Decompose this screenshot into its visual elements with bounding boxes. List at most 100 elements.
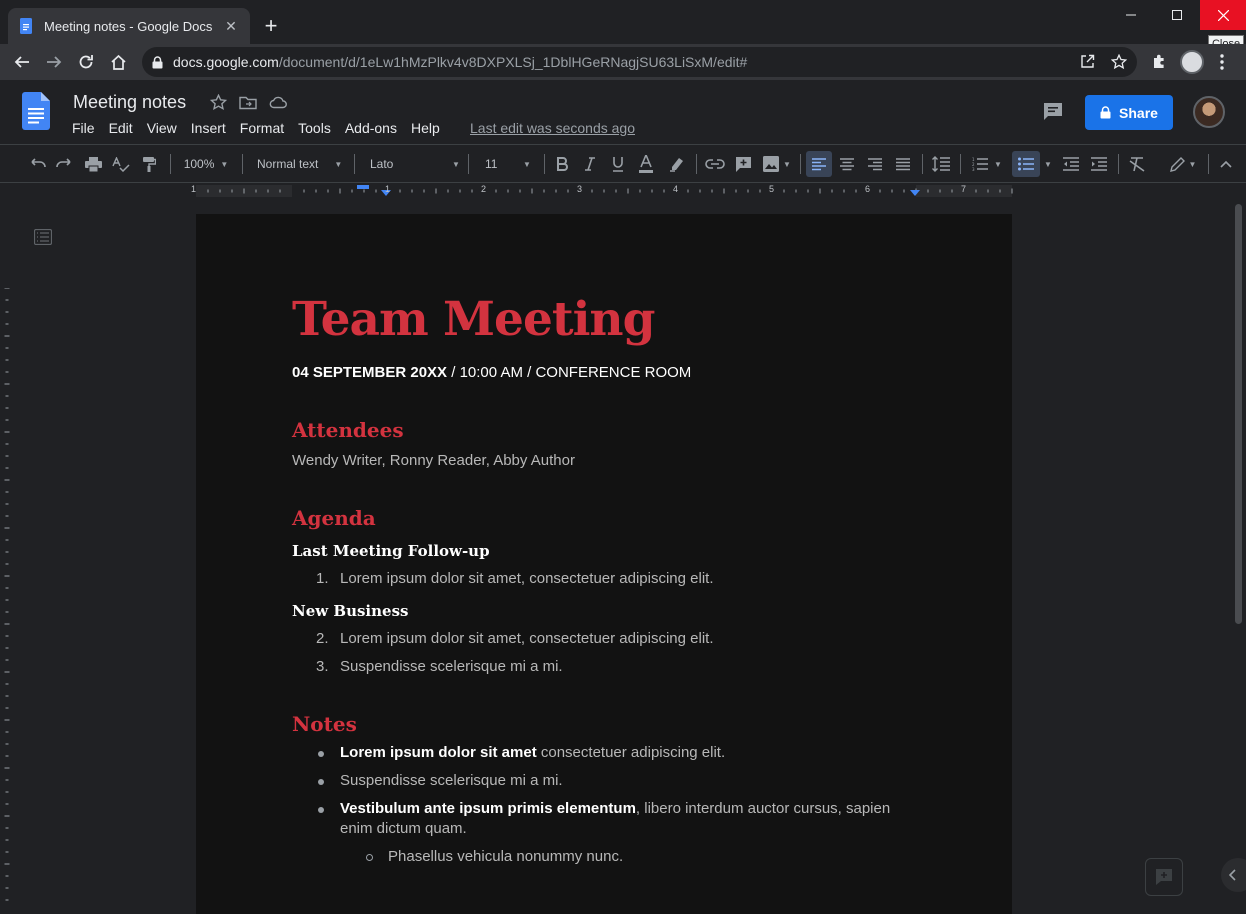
insert-link-button[interactable]: [704, 153, 726, 175]
text-color-button[interactable]: [636, 153, 656, 175]
menu-insert[interactable]: Insert: [191, 120, 226, 136]
vertical-ruler[interactable]: [0, 288, 14, 904]
increase-indent-icon: [1091, 157, 1107, 171]
more-vertical-icon[interactable]: [1220, 54, 1224, 70]
clear-formatting-button[interactable]: [1126, 153, 1148, 175]
document-title[interactable]: Meeting notes: [73, 92, 186, 113]
bullet-icon: [318, 751, 324, 757]
increase-indent-button[interactable]: [1088, 153, 1110, 175]
reload-button[interactable]: [72, 48, 100, 76]
url-text: docs.google.com/document/d/1eLw1hMzPlkv4…: [173, 54, 747, 70]
document-page[interactable]: Team Meeting 04 SEPTEMBER 20XX / 10:00 A…: [196, 214, 1012, 914]
back-button[interactable]: [8, 48, 36, 76]
insert-image-button[interactable]: ▼: [760, 153, 794, 175]
zoom-select[interactable]: 100% ▼: [176, 153, 236, 175]
open-in-app-icon[interactable]: [1080, 54, 1095, 69]
minimize-button[interactable]: [1108, 0, 1154, 30]
minimize-icon: [1126, 14, 1136, 16]
address-bar[interactable]: docs.google.com/document/d/1eLw1hMzPlkv4…: [142, 47, 1137, 77]
list-item: Phasellus vehicula nonummy nunc.: [292, 847, 902, 867]
paragraph-style-value: Normal text: [257, 157, 319, 171]
browser-title-bar: Meeting notes - Google Docs ✕ + Close: [0, 0, 1246, 52]
ruler-label: 4: [673, 184, 679, 194]
dropdown-arrow-icon: ▼: [452, 159, 460, 169]
profile-avatar[interactable]: [1180, 50, 1204, 74]
spellcheck-button[interactable]: [110, 153, 132, 175]
menu-help[interactable]: Help: [411, 120, 440, 136]
right-indent-marker[interactable]: [910, 190, 920, 196]
document-body[interactable]: Team Meeting 04 SEPTEMBER 20XX / 10:00 A…: [292, 292, 902, 867]
font-value: Lato: [370, 157, 394, 171]
close-icon: [1217, 9, 1229, 21]
tab-close-icon[interactable]: ✕: [222, 17, 240, 35]
docs-header: Meeting notes File Edit View Insert Form…: [0, 80, 1246, 144]
cloud-saved-icon[interactable]: [269, 94, 287, 111]
ruler-ticks: [207, 185, 1013, 196]
new-tab-button[interactable]: +: [258, 13, 284, 39]
new-business-heading: New Business: [292, 602, 409, 620]
toolbar-separator: [1118, 154, 1119, 174]
insert-comment-button[interactable]: [732, 153, 754, 175]
menu-format[interactable]: Format: [240, 120, 284, 136]
align-right-button[interactable]: [864, 153, 886, 175]
zoom-value: 100%: [183, 157, 215, 171]
move-folder-icon[interactable]: [239, 94, 257, 111]
paint-format-button[interactable]: [138, 153, 160, 175]
formatting-toolbar: 100% ▼ Normal text ▼ Lato ▼ 11 ▼ ▼ 1 2 3…: [0, 144, 1246, 183]
side-panel-toggle[interactable]: [1221, 858, 1246, 892]
undo-button[interactable]: [26, 153, 48, 175]
toolbar-separator: [696, 154, 697, 174]
justify-button[interactable]: [892, 153, 914, 175]
followup-heading: Last Meeting Follow-up: [292, 542, 490, 560]
docs-home-logo-icon[interactable]: [22, 92, 50, 130]
scrollbar-thumb[interactable]: [1235, 204, 1242, 624]
align-left-button[interactable]: [806, 151, 832, 177]
menu-view[interactable]: View: [147, 120, 177, 136]
home-button[interactable]: [104, 48, 132, 76]
redo-button[interactable]: [54, 153, 76, 175]
menu-file[interactable]: File: [72, 120, 95, 136]
menu-edit[interactable]: Edit: [109, 120, 133, 136]
close-window-button[interactable]: [1200, 0, 1246, 30]
print-button[interactable]: [82, 153, 104, 175]
bookmark-star-icon[interactable]: [1111, 54, 1127, 70]
decrease-indent-button[interactable]: [1060, 153, 1082, 175]
bulleted-list-dropdown[interactable]: ▼: [1040, 153, 1056, 175]
numbered-list-button[interactable]: 1 2 3 ▼: [968, 153, 1006, 175]
menu-addons[interactable]: Add-ons: [345, 120, 397, 136]
list-number: 1.: [316, 570, 329, 587]
bulleted-list-icon: [1018, 157, 1034, 171]
forward-button[interactable]: [40, 48, 68, 76]
explore-button[interactable]: [1145, 858, 1183, 896]
horizontal-ruler[interactable]: 1 1 2 3 4 5 6 7: [0, 183, 1246, 198]
first-line-indent-marker[interactable]: [357, 185, 369, 189]
toolbar-separator: [242, 154, 243, 174]
bulleted-list-button[interactable]: [1012, 151, 1040, 177]
align-center-button[interactable]: [836, 153, 858, 175]
document-outline-icon[interactable]: [34, 229, 52, 245]
italic-button[interactable]: [580, 153, 600, 175]
editing-mode-button[interactable]: ▼: [1166, 153, 1200, 175]
account-avatar[interactable]: [1193, 96, 1225, 128]
font-select[interactable]: Lato ▼: [362, 153, 462, 175]
extensions-puzzle-icon[interactable]: [1151, 53, 1168, 70]
line-spacing-button[interactable]: [930, 153, 952, 175]
paragraph-style-select[interactable]: Normal text ▼: [250, 153, 348, 175]
justify-icon: [896, 157, 910, 170]
star-icon[interactable]: [210, 94, 227, 111]
menu-tools[interactable]: Tools: [298, 120, 331, 136]
comment-history-icon[interactable]: [1042, 100, 1064, 122]
last-edit-link[interactable]: Last edit was seconds ago: [470, 120, 635, 136]
hide-menus-button[interactable]: [1216, 153, 1236, 175]
browser-tab[interactable]: Meeting notes - Google Docs ✕: [8, 8, 250, 44]
font-size-select[interactable]: 11 ▼: [476, 153, 538, 175]
bold-button[interactable]: [552, 153, 572, 175]
line-spacing-icon: [932, 156, 950, 172]
underline-button[interactable]: [608, 153, 628, 175]
highlight-color-button[interactable]: [666, 153, 688, 175]
share-button[interactable]: Share: [1085, 95, 1173, 130]
toolbar-separator: [800, 154, 801, 174]
reload-icon: [79, 55, 93, 69]
toolbar-separator: [468, 154, 469, 174]
maximize-button[interactable]: [1154, 0, 1200, 30]
